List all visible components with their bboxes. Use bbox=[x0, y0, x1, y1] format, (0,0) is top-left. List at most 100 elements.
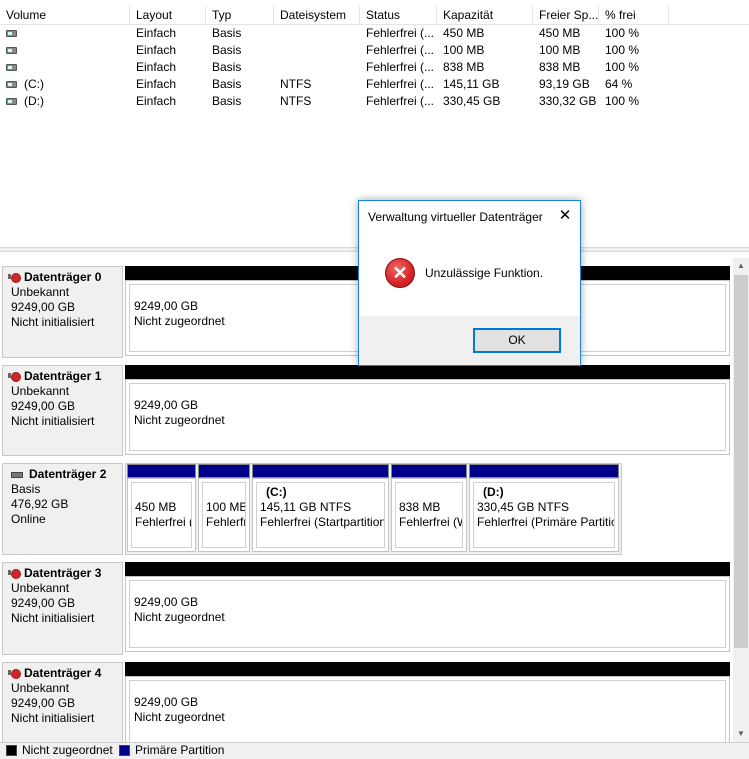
disk-name: Datenträger 3 bbox=[24, 566, 102, 580]
volume-icon bbox=[6, 30, 17, 37]
primary-partition-bar bbox=[127, 464, 196, 478]
disk-info-1[interactable]: Datenträger 1 Unbekannt 9249,00 GB Nicht… bbox=[2, 365, 123, 456]
partition-title: (C:) bbox=[266, 485, 287, 499]
unallocated-area-1[interactable]: 9249,00 GB Nicht zugeordnet bbox=[125, 379, 730, 455]
partition-100mb[interactable]: 100 MB Fehlerfrei bbox=[198, 464, 250, 552]
disk-row-1: Datenträger 1 Unbekannt 9249,00 GB Nicht… bbox=[0, 365, 733, 456]
column-header-freier-speicher[interactable]: Freier Sp... bbox=[533, 6, 599, 25]
partition-size: 100 MB bbox=[206, 500, 246, 514]
legend-unallocated-swatch bbox=[6, 745, 17, 756]
cell-kapazitaet: 450 MB bbox=[443, 26, 485, 40]
disk-size: 9249,00 GB bbox=[11, 696, 76, 710]
column-header-layout[interactable]: Layout bbox=[130, 6, 206, 25]
partition-c[interactable]: (C:) 145,11 GB NTFS Fehlerfrei (Startpar… bbox=[252, 464, 389, 552]
primary-partition-bar bbox=[391, 464, 467, 478]
column-header-prozent-frei[interactable]: % frei bbox=[599, 6, 669, 25]
disk-type: Unbekannt bbox=[11, 681, 70, 695]
partition-size: 330,45 GB NTFS bbox=[477, 500, 570, 514]
disk-name: Datenträger 1 bbox=[24, 369, 102, 383]
cell-volume: (C:) bbox=[24, 77, 44, 91]
column-header-volume[interactable]: Volume bbox=[0, 6, 130, 25]
table-row[interactable]: (C:) Einfach Basis NTFS Fehlerfrei (... … bbox=[0, 76, 749, 93]
disk-state: Nicht initialisiert bbox=[11, 711, 95, 725]
primary-partition-bar bbox=[252, 464, 389, 478]
column-header-typ[interactable]: Typ bbox=[206, 6, 274, 25]
cell-kapazitaet: 100 MB bbox=[443, 43, 485, 57]
partition-status: Fehlerfrei (Primäre Partitic bbox=[477, 515, 615, 529]
cell-prozent-frei: 100 % bbox=[605, 60, 640, 74]
disk-row-3: Datenträger 3 Unbekannt 9249,00 GB Nicht… bbox=[0, 562, 733, 655]
partition-838mb[interactable]: 838 MB Fehlerfrei (W bbox=[391, 464, 467, 552]
volume-icon bbox=[6, 81, 17, 88]
area-label: Nicht zugeordnet bbox=[134, 710, 225, 724]
cell-typ: Basis bbox=[212, 77, 242, 91]
legend: Nicht zugeordnet Primäre Partition bbox=[0, 742, 749, 759]
close-icon[interactable]: ✕ bbox=[550, 201, 580, 231]
partition-title bbox=[399, 485, 462, 500]
disk-info-0[interactable]: Datenträger 0 Unbekannt 9249,00 GB Nicht… bbox=[2, 266, 123, 358]
table-row[interactable]: (D:) Einfach Basis NTFS Fehlerfrei (... … bbox=[0, 93, 749, 110]
disk-type: Unbekannt bbox=[11, 285, 70, 299]
table-row[interactable]: Einfach Basis Fehlerfrei (... 838 MB 838… bbox=[0, 59, 749, 76]
partition-status: Fehlerfrei (W bbox=[399, 515, 463, 529]
cell-kapazitaet: 145,11 GB bbox=[443, 77, 500, 91]
disk-info-2[interactable]: Datenträger 2 Basis 476,92 GB Online bbox=[2, 463, 123, 555]
ok-button[interactable]: OK bbox=[473, 328, 561, 353]
disk-type: Unbekannt bbox=[11, 581, 70, 595]
column-header-status[interactable]: Status bbox=[360, 6, 437, 25]
volume-icon bbox=[6, 64, 17, 71]
column-header-kapazitaet[interactable]: Kapazität bbox=[437, 6, 533, 25]
scroll-up-icon[interactable]: ▲ bbox=[733, 258, 749, 274]
partition-d[interactable]: (D:) 330,45 GB NTFS Fehlerfrei (Primäre … bbox=[469, 464, 619, 552]
cell-kapazitaet: 330,45 GB bbox=[443, 94, 501, 108]
table-row[interactable]: Einfach Basis Fehlerfrei (... 100 MB 100… bbox=[0, 42, 749, 59]
legend-primary-label: Primäre Partition bbox=[135, 743, 225, 757]
disk-error-icon bbox=[8, 272, 21, 283]
unallocated-area-3[interactable]: 9249,00 GB Nicht zugeordnet bbox=[125, 576, 730, 652]
cell-layout: Einfach bbox=[136, 43, 177, 57]
error-dialog: Verwaltung virtueller Datenträger ✕ ✕ Un… bbox=[358, 200, 581, 366]
disk-name: Datenträger 4 bbox=[24, 666, 102, 680]
disk-row-4: Datenträger 4 Unbekannt 9249,00 GB Nicht… bbox=[0, 662, 733, 742]
disk-state: Nicht initialisiert bbox=[11, 315, 95, 329]
primary-partition-bar bbox=[198, 464, 250, 478]
disk-size: 9249,00 GB bbox=[11, 596, 76, 610]
disk-size: 476,92 GB bbox=[11, 497, 69, 511]
area-label: Nicht zugeordnet bbox=[134, 610, 225, 624]
disk-info-3[interactable]: Datenträger 3 Unbekannt 9249,00 GB Nicht… bbox=[2, 562, 123, 655]
legend-primary-swatch bbox=[119, 745, 130, 756]
primary-partition-bar bbox=[469, 464, 619, 478]
cell-typ: Basis bbox=[212, 60, 242, 74]
table-row[interactable]: Einfach Basis Fehlerfrei (... 450 MB 450… bbox=[0, 25, 749, 42]
disk-info-4[interactable]: Datenträger 4 Unbekannt 9249,00 GB Nicht… bbox=[2, 662, 123, 742]
disk-size: 9249,00 GB bbox=[11, 399, 76, 413]
partition-size: 145,11 GB NTFS bbox=[260, 500, 352, 514]
cell-kapazitaet: 838 MB bbox=[443, 60, 485, 74]
scrollbar-thumb[interactable] bbox=[734, 275, 748, 648]
unallocated-area-4[interactable]: 9249,00 GB Nicht zugeordnet bbox=[125, 676, 730, 742]
partition-450mb[interactable]: 450 MB Fehlerfrei ( bbox=[127, 464, 196, 552]
disk-error-icon bbox=[8, 371, 21, 382]
cell-freier-speicher: 93,19 GB bbox=[539, 77, 590, 91]
scroll-down-icon[interactable]: ▼ bbox=[733, 726, 749, 742]
partition-status: Fehlerfrei (Startpartition bbox=[260, 515, 385, 529]
disk-error-icon bbox=[8, 668, 21, 679]
cell-dateisystem: NTFS bbox=[280, 94, 312, 108]
dialog-footer: OK bbox=[359, 316, 580, 365]
disk-error-icon bbox=[8, 568, 21, 579]
disk-state: Nicht initialisiert bbox=[11, 414, 95, 428]
disk-name: Datenträger 0 bbox=[24, 270, 102, 284]
disk-type: Unbekannt bbox=[11, 384, 70, 398]
column-header-dateisystem[interactable]: Dateisystem bbox=[274, 6, 360, 25]
partition-size: 450 MB bbox=[135, 500, 177, 514]
cell-freier-speicher: 330,32 GB bbox=[539, 94, 597, 108]
disk-name: Datenträger 2 bbox=[29, 467, 107, 481]
partition-title bbox=[135, 485, 191, 500]
cell-status: Fehlerfrei (... bbox=[366, 60, 435, 74]
disk-type: Basis bbox=[11, 482, 41, 496]
legend-unallocated-label: Nicht zugeordnet bbox=[22, 743, 113, 757]
vertical-scrollbar[interactable]: ▲ ▼ bbox=[733, 258, 749, 742]
unallocated-bar bbox=[125, 562, 730, 576]
partition-size: 838 MB bbox=[399, 500, 441, 514]
disk-state: Online bbox=[11, 512, 46, 526]
